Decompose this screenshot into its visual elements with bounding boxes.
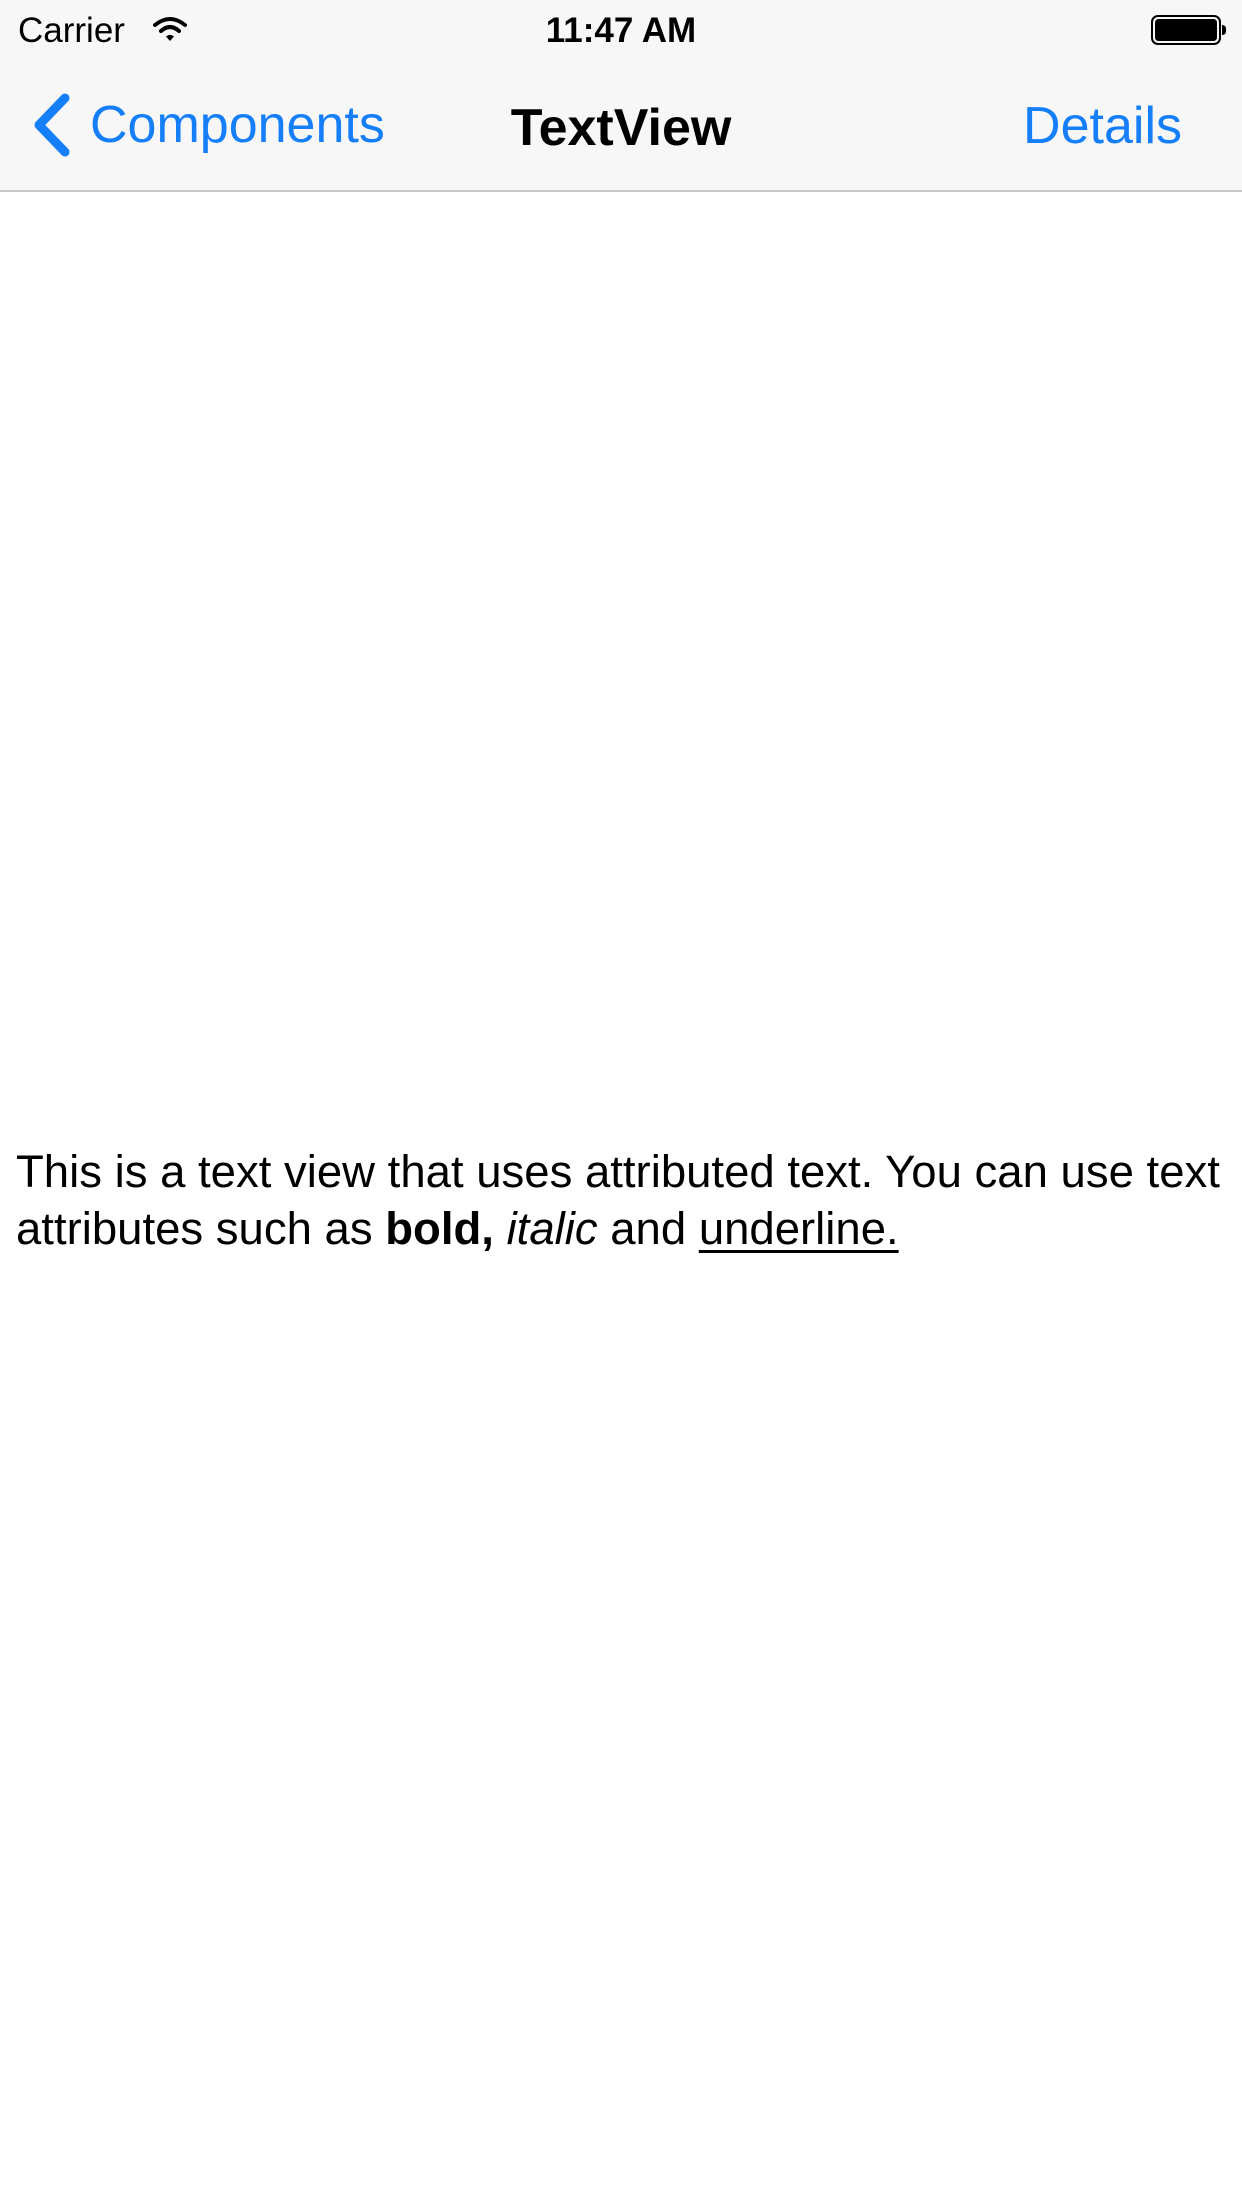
text-segment-italic: italic — [506, 1203, 598, 1254]
text-view[interactable]: This is a text view that uses attributed… — [0, 192, 1242, 2208]
text-segment-and: and — [597, 1203, 699, 1254]
details-button[interactable]: Details — [1023, 96, 1182, 156]
battery-icon — [1151, 15, 1226, 45]
text-segment-underline: underline. — [698, 1203, 899, 1254]
status-time: 11:47 AM — [545, 11, 697, 50]
navigation-bar: Components TextView Details — [0, 60, 1242, 190]
attributed-text: This is a text view that uses attributed… — [16, 1143, 1236, 1257]
text-segment-space — [494, 1203, 507, 1254]
top-bars: Carrier 11:47 AM Components TextView Det… — [0, 0, 1242, 192]
text-segment-bold: bold, — [385, 1203, 494, 1254]
status-bar: Carrier 11:47 AM — [0, 0, 1242, 60]
